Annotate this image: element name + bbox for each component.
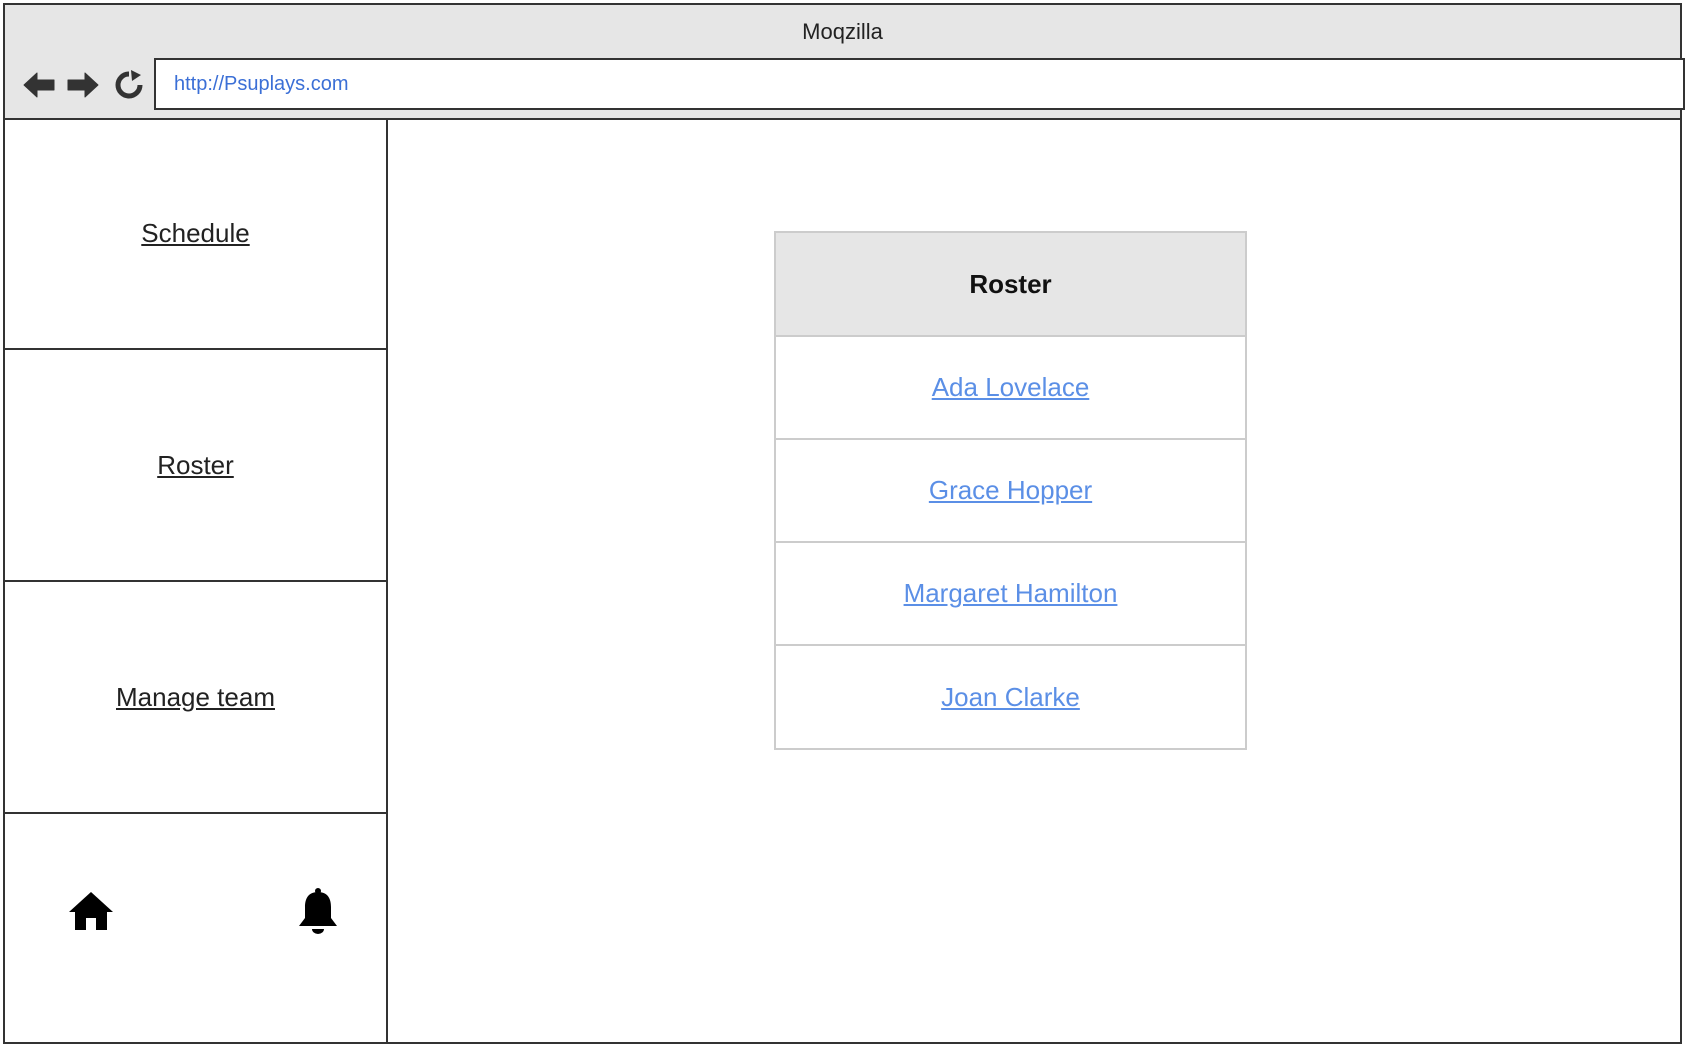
- sidebar-footer: [5, 814, 386, 1042]
- player-link[interactable]: Ada Lovelace: [932, 372, 1090, 403]
- sidebar-item-manage-team[interactable]: Manage team: [5, 582, 386, 814]
- roster-table-header: Roster: [776, 233, 1245, 337]
- bell-icon[interactable]: [297, 887, 339, 935]
- reload-icon: [115, 70, 143, 99]
- back-button[interactable]: [19, 65, 59, 105]
- table-row: Margaret Hamilton: [776, 543, 1245, 646]
- sidebar-item-label[interactable]: Schedule: [141, 218, 249, 249]
- player-link[interactable]: Joan Clarke: [941, 682, 1080, 713]
- table-row: Joan Clarke: [776, 646, 1245, 749]
- sidebar: Schedule Roster Manage team: [5, 118, 388, 1042]
- forward-button[interactable]: [63, 65, 103, 105]
- window-title: Moqzilla: [802, 19, 883, 44]
- roster-table: Roster Ada Lovelace Grace Hopper Margare…: [774, 231, 1247, 750]
- table-row: Ada Lovelace: [776, 337, 1245, 440]
- player-link[interactable]: Grace Hopper: [929, 475, 1092, 506]
- sidebar-item-label[interactable]: Manage team: [116, 682, 275, 713]
- arrow-right-icon: [67, 72, 99, 98]
- sidebar-item-schedule[interactable]: Schedule: [5, 118, 386, 350]
- reload-button[interactable]: [109, 65, 149, 105]
- sidebar-item-roster[interactable]: Roster: [5, 350, 386, 582]
- browser-window: Moqzilla http://Psuplays.com Schedule Ro…: [3, 3, 1685, 1044]
- home-icon[interactable]: [67, 890, 115, 932]
- sidebar-item-label[interactable]: Roster: [157, 450, 234, 481]
- browser-chrome: Moqzilla http://Psuplays.com: [5, 5, 1685, 120]
- arrow-left-icon: [23, 72, 55, 98]
- table-row: Grace Hopper: [776, 440, 1245, 543]
- player-link[interactable]: Margaret Hamilton: [904, 578, 1118, 609]
- url-input[interactable]: http://Psuplays.com: [154, 58, 1685, 110]
